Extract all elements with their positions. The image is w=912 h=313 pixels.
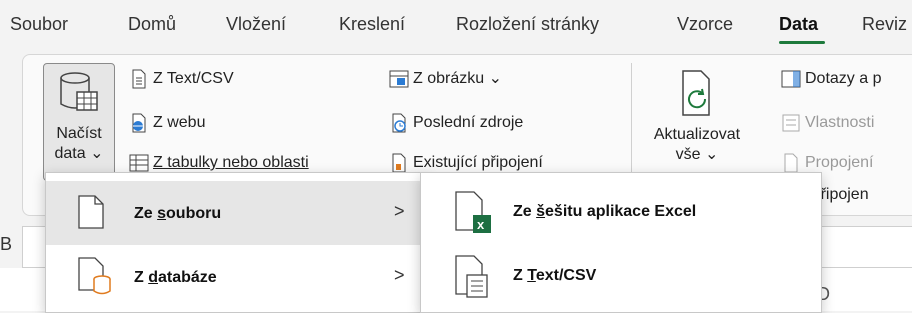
- submenu-item-from-excel-workbook[interactable]: x Ze šešitu aplikace Excel: [421, 181, 821, 245]
- menu-item-from-database[interactable]: Z databáze >: [46, 245, 426, 309]
- from-table-range-label: Z tabulky nebo oblasti: [153, 154, 309, 171]
- load-data-label-2: data ⌄: [54, 145, 104, 162]
- svg-text:x: x: [477, 217, 485, 232]
- queries-pane-icon: [781, 70, 801, 88]
- recent-sources-button[interactable]: Poslední zdroje: [389, 111, 523, 135]
- menu-item-from-file-label: Ze souboru: [134, 205, 222, 222]
- text-file-icon: [455, 255, 488, 298]
- refresh-all-button[interactable]: Aktualizovat vše ⌄: [647, 69, 747, 165]
- refresh-icon: [682, 70, 710, 116]
- web-globe-icon: [132, 113, 146, 133]
- tab-vzorce[interactable]: Vzorce: [677, 14, 733, 35]
- tab-soubor[interactable]: Soubor: [10, 14, 68, 35]
- file-icon: [78, 195, 104, 229]
- edit-links-label: Propojení: [805, 154, 874, 171]
- chevron-right-icon: >: [394, 265, 405, 285]
- load-data-label-1: Načíst: [56, 125, 102, 142]
- from-picture-label: Z obrázku ⌄: [413, 70, 502, 87]
- chevron-right-icon: >: [394, 201, 405, 221]
- tab-domu[interactable]: Domů: [128, 14, 176, 35]
- refresh-all-label-2: vše ⌄: [675, 146, 719, 163]
- links-icon: [784, 153, 798, 173]
- name-box-fragment[interactable]: B: [0, 234, 12, 255]
- recent-clock-icon: [392, 113, 406, 133]
- submenu-item-from-excel-label: Ze šešitu aplikace Excel: [513, 203, 697, 220]
- queries-connections-button[interactable]: Dotazy a p: [781, 67, 881, 91]
- menu-item-from-file[interactable]: Ze souboru >: [46, 181, 426, 245]
- database-icon: [78, 257, 111, 295]
- ribbon-separator: [631, 63, 632, 173]
- queries-connections-label: Dotazy a p: [805, 70, 882, 87]
- from-text-csv-label: Z Text/CSV: [153, 70, 234, 87]
- recent-sources-label: Poslední zdroje: [413, 114, 524, 131]
- load-data-menu: Ze souboru > Z databáze >: [45, 172, 427, 313]
- tab-vlozeni[interactable]: Vložení: [226, 14, 286, 35]
- connection-document-icon: [392, 153, 406, 173]
- properties-icon: [782, 114, 800, 132]
- load-data-button[interactable]: Načíst data ⌄: [43, 63, 115, 181]
- refresh-all-label-1: Aktualizovat: [653, 126, 741, 143]
- properties-button[interactable]: Vlastnosti: [781, 111, 874, 135]
- tab-data[interactable]: Data: [779, 14, 818, 35]
- ribbon-tabs: Soubor Domů Vložení Kreslení Rozložení s…: [0, 0, 912, 52]
- submenu-item-from-text-csv-label: Z Text/CSV: [513, 267, 597, 284]
- from-file-submenu: x Ze šešitu aplikace Excel Z Text/CSV: [420, 172, 822, 313]
- from-web-button[interactable]: Z webu: [129, 111, 205, 135]
- from-web-label: Z webu: [153, 114, 206, 131]
- tab-rozlozeni-stranky[interactable]: Rozložení stránky: [456, 14, 599, 35]
- table-grid-icon: [129, 154, 149, 172]
- excel-workbook-icon: x: [455, 191, 491, 233]
- existing-connections-label: Existující připojení: [413, 154, 543, 171]
- properties-label: Vlastnosti: [805, 114, 875, 131]
- tab-kresleni[interactable]: Kreslení: [339, 14, 405, 35]
- menu-item-from-database-label: Z databáze: [134, 269, 217, 286]
- picture-table-icon: [389, 70, 409, 88]
- active-tab-indicator: [779, 41, 825, 44]
- from-picture-button[interactable]: Z obrázku ⌄: [389, 67, 502, 91]
- from-text-csv-button[interactable]: Z Text/CSV: [129, 67, 234, 91]
- document-text-icon: [132, 69, 146, 89]
- submenu-item-from-text-csv[interactable]: Z Text/CSV: [421, 245, 821, 309]
- database-table-icon: [60, 72, 98, 111]
- tab-revize[interactable]: Reviz: [862, 14, 907, 35]
